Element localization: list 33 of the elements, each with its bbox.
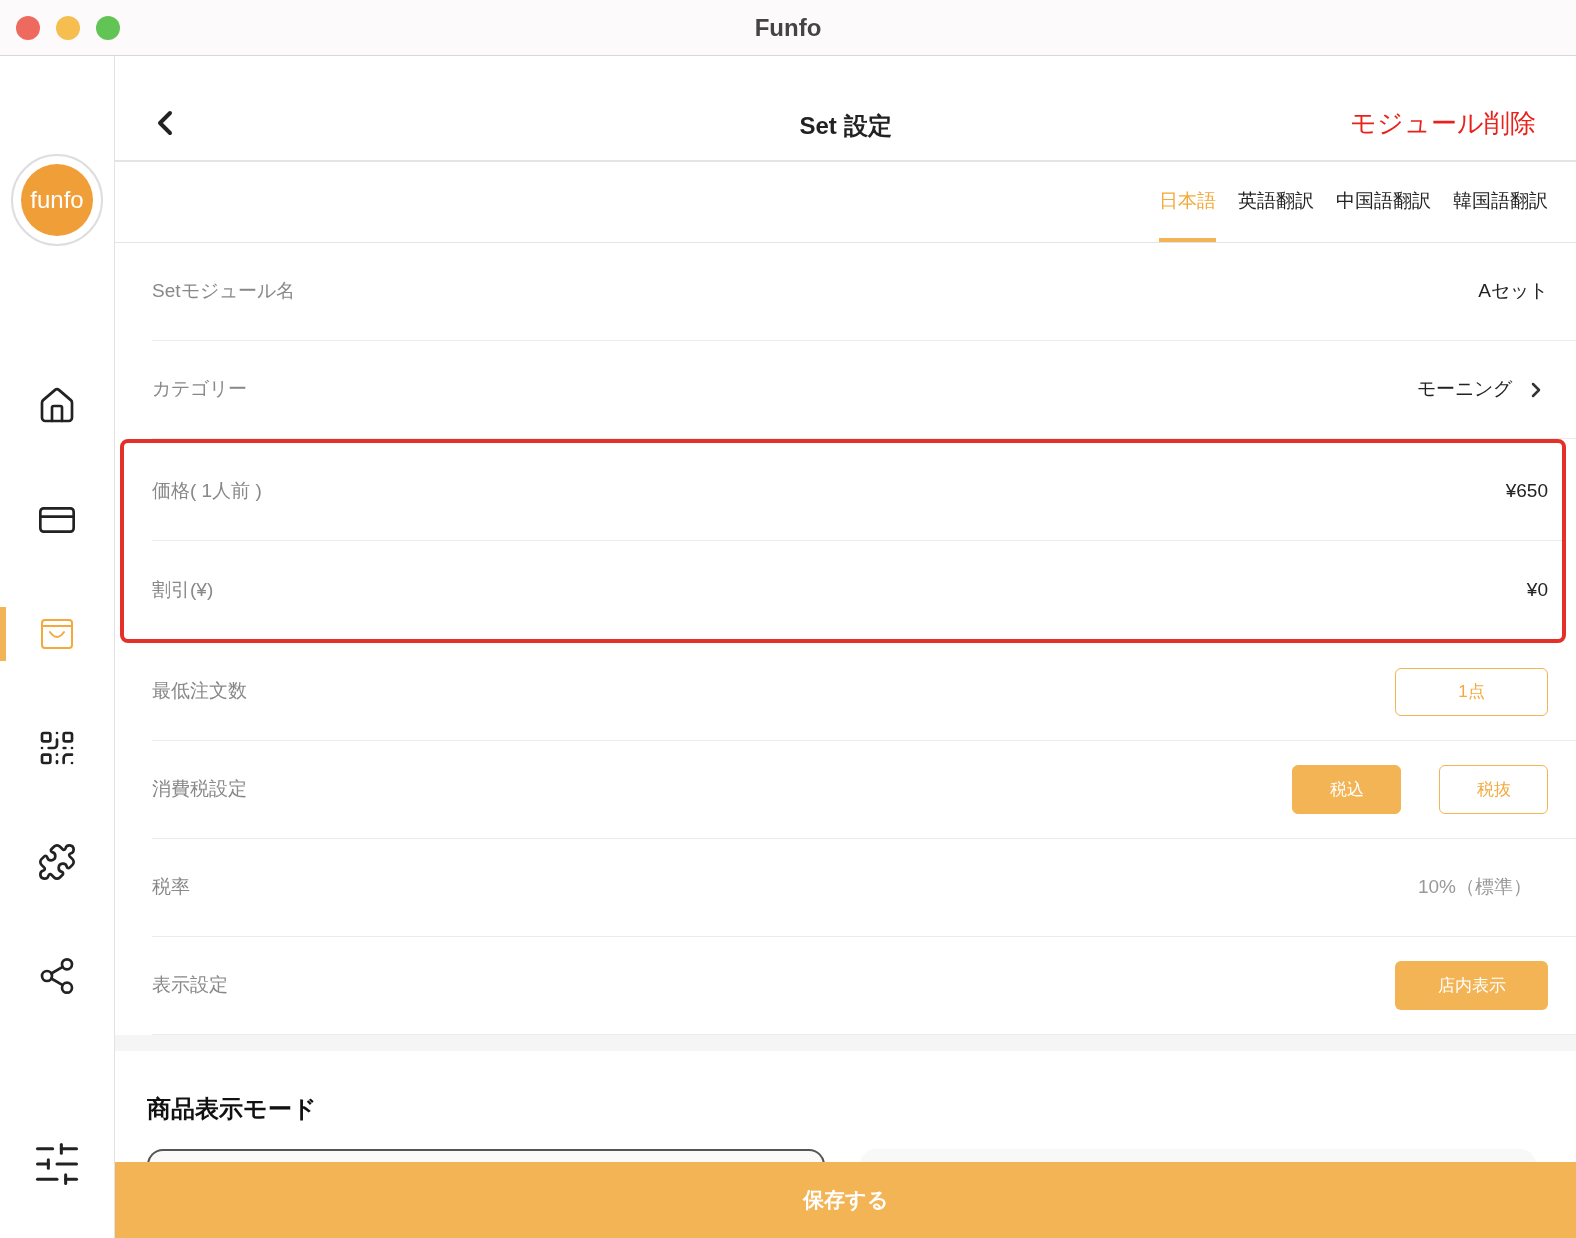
display-button[interactable]: 店内表示 (1395, 961, 1548, 1010)
row-label: カテゴリー (152, 377, 247, 402)
window-title: Funfo (754, 12, 822, 43)
language-tab[interactable]: 韓国語翻訳 (1453, 161, 1548, 242)
row-value: 10%（標準） (1417, 875, 1533, 900)
quantity-field[interactable]: 1点 (1395, 667, 1548, 716)
row-label: 割引(¥) (152, 577, 214, 602)
row-value: Aセット (1478, 279, 1548, 304)
language-tab[interactable]: 英語翻訳 (1238, 161, 1314, 242)
page-title: Set 設定 (799, 111, 892, 141)
tax-option-button[interactable]: 税込 (1292, 765, 1401, 814)
close-window-icon[interactable] (16, 15, 40, 40)
row-label: 表示設定 (152, 973, 228, 998)
row-label: 消費税設定 (152, 777, 247, 802)
zoom-window-icon[interactable] (96, 15, 120, 40)
language-tab[interactable]: 中国語翻訳 (1336, 161, 1431, 242)
row-label: 最低注文数 (152, 679, 247, 704)
minimize-window-icon[interactable] (56, 15, 80, 40)
section-title: 商品表示モード (147, 1094, 318, 1124)
row-value: ¥0 (1526, 577, 1548, 602)
tax-option-button[interactable]: 税抜 (1439, 765, 1548, 814)
row-value: ¥650 (1505, 479, 1548, 504)
row-label: Setモジュール名 (152, 279, 295, 304)
row-label: 価格( 1人前 ) (152, 479, 262, 504)
row-value: モーニング (1417, 377, 1512, 402)
delete-module-button[interactable]: モジュール削除 (1350, 103, 1536, 143)
language-tab[interactable]: 日本語 (1159, 161, 1216, 242)
puzzle-icon (37, 842, 77, 882)
row-label: 税率 (152, 875, 190, 900)
logo: funfo (21, 164, 93, 236)
shopping-bag-icon (39, 616, 75, 652)
save-button[interactable]: 保存する (115, 1162, 1576, 1238)
active-indicator (0, 607, 6, 661)
